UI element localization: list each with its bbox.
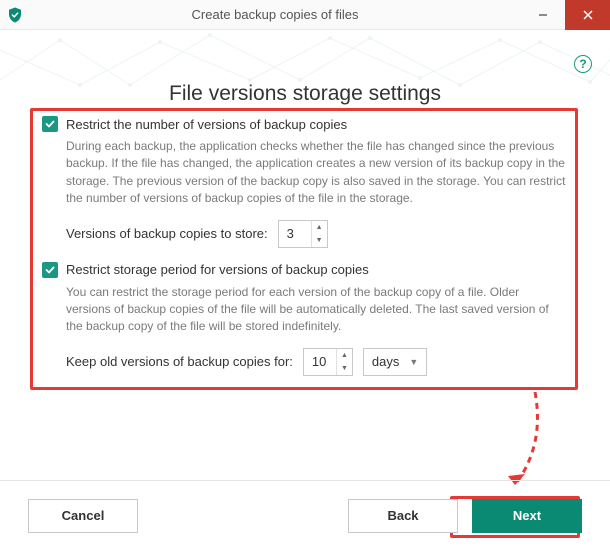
help-icon[interactable]: ? xyxy=(574,55,592,73)
versions-store-value: 3 xyxy=(279,221,311,247)
spinner-down-icon[interactable]: ▼ xyxy=(312,234,327,247)
restrict-period-checkbox[interactable] xyxy=(42,262,58,278)
chevron-down-icon: ▼ xyxy=(409,357,418,367)
period-unit-select[interactable]: days ▼ xyxy=(363,348,427,376)
restrict-versions-checkbox[interactable] xyxy=(42,116,58,132)
versions-store-spinner[interactable]: 3 ▲ ▼ xyxy=(278,220,328,248)
window-controls xyxy=(520,0,610,30)
footer: Cancel Back Next xyxy=(0,480,610,550)
next-button[interactable]: Next xyxy=(472,499,582,533)
close-button[interactable] xyxy=(565,0,610,30)
window-title: Create backup copies of files xyxy=(30,7,520,22)
titlebar: Create backup copies of files xyxy=(0,0,610,30)
spinner-up-icon[interactable]: ▲ xyxy=(337,349,352,362)
background-pattern xyxy=(0,30,610,90)
spinner-down-icon[interactable]: ▼ xyxy=(337,362,352,375)
keep-old-label: Keep old versions of backup copies for: xyxy=(66,354,293,369)
cancel-button[interactable]: Cancel xyxy=(28,499,138,533)
settings-panel: Restrict the number of versions of backu… xyxy=(34,112,574,400)
restrict-period-description: You can restrict the storage period for … xyxy=(66,284,566,336)
section-restrict-versions: Restrict the number of versions of backu… xyxy=(42,116,566,248)
period-unit-value: days xyxy=(372,354,399,369)
back-button[interactable]: Back xyxy=(348,499,458,533)
restrict-period-label: Restrict storage period for versions of … xyxy=(66,262,369,277)
section-restrict-period: Restrict storage period for versions of … xyxy=(42,262,566,376)
minimize-button[interactable] xyxy=(520,0,565,30)
spinner-up-icon[interactable]: ▲ xyxy=(312,221,327,234)
keep-old-spinner[interactable]: 10 ▲ ▼ xyxy=(303,348,353,376)
keep-old-value: 10 xyxy=(304,349,336,375)
restrict-versions-label: Restrict the number of versions of backu… xyxy=(66,117,347,132)
page-title: File versions storage settings xyxy=(0,82,610,106)
restrict-versions-description: During each backup, the application chec… xyxy=(66,138,566,208)
versions-store-label: Versions of backup copies to store: xyxy=(66,226,268,241)
app-shield-icon xyxy=(0,0,30,30)
